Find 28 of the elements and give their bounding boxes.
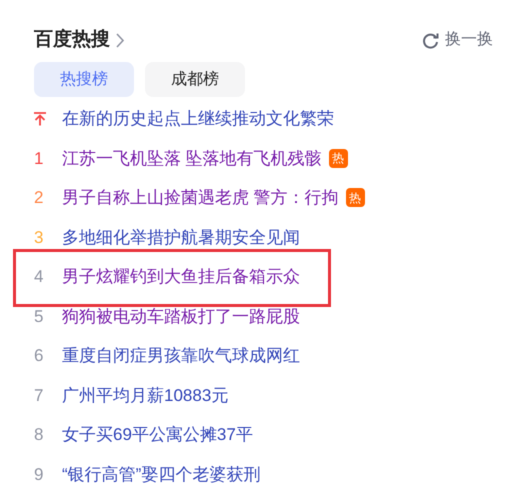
hot-search-link[interactable]: “银行高管”娶四个老婆获刑 — [62, 462, 260, 487]
hot-search-link[interactable]: 男子自称上山捡菌遇老虎 警方：行拘 — [62, 185, 339, 210]
rank-number: 8 — [34, 424, 44, 446]
rank-number: 2 — [34, 187, 44, 209]
pin-top-icon — [34, 112, 46, 126]
hot-search-link[interactable]: 江苏一飞机坠落 坠落地有飞机残骸 — [62, 146, 322, 171]
refresh-button[interactable]: 换一换 — [422, 28, 493, 52]
hot-badge: 热 — [346, 188, 365, 208]
rank-number: 5 — [34, 306, 44, 328]
chevron-right-icon — [116, 32, 125, 48]
hot-search-link[interactable]: 女子买69平公寓公摊37平 — [62, 422, 253, 448]
hot-search-link[interactable]: 重度自闭症男孩靠吹气球成网红 — [62, 343, 300, 368]
tab[interactable]: 成都榜 — [145, 62, 245, 97]
rank-number: 9 — [34, 464, 44, 486]
tab[interactable]: 热搜榜 — [34, 62, 134, 97]
rank-number: 6 — [34, 345, 44, 367]
hot-badge: 热 — [328, 148, 348, 168]
hot-search-link[interactable]: 广州平均月薪10883元 — [62, 382, 228, 408]
hot-search-link[interactable]: 在新的历史起点上继续推动文化繁荣 — [62, 106, 334, 132]
rank-number: 3 — [34, 226, 44, 248]
rank-number: 4 — [34, 266, 44, 288]
refresh-icon — [422, 32, 439, 48]
rank-number: 1 — [34, 148, 44, 170]
hot-search-link[interactable]: 多地细化举措护航暑期安全见闻 — [62, 224, 300, 250]
section-title[interactable]: 百度热搜 — [34, 26, 110, 54]
hot-search-link[interactable]: 男子炫耀钓到大鱼挂后备箱示众 — [62, 264, 300, 290]
rank-number: 7 — [34, 384, 44, 406]
hot-search-link[interactable]: 狗狗被电动车踏板打了一路屁股 — [62, 304, 300, 329]
